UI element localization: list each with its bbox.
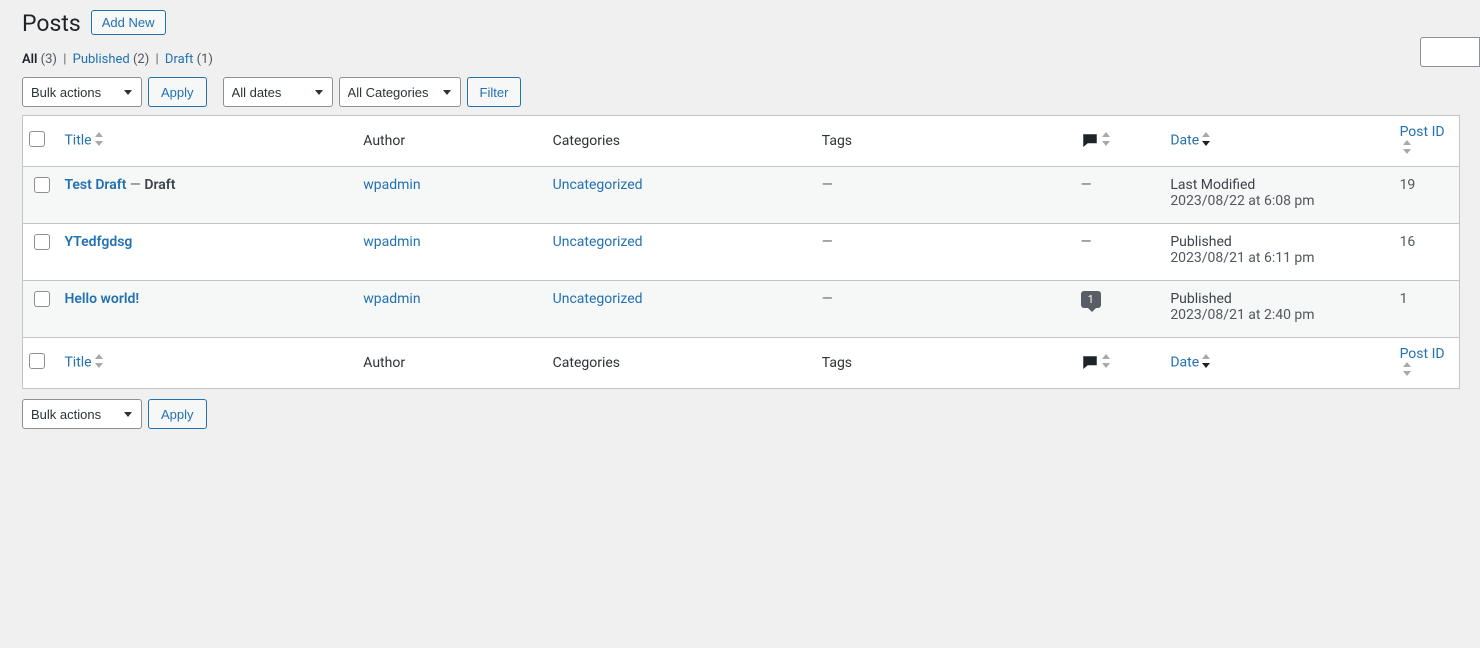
apply-button-bottom[interactable]: Apply bbox=[148, 399, 207, 429]
date-value: 2023/08/21 at 2:40 pm bbox=[1170, 307, 1379, 323]
column-postid-label: Post ID bbox=[1400, 124, 1445, 140]
filter-published-label: Published bbox=[73, 52, 130, 67]
search-input[interactable] bbox=[1420, 37, 1480, 67]
category-link[interactable]: Uncategorized bbox=[553, 234, 643, 250]
table-row: Test Draft — Draft wpadmin Uncategorized — —… bbox=[23, 167, 1460, 224]
bulk-actions-select-bottom[interactable]: Bulk actions bbox=[22, 399, 142, 429]
page-title: Posts bbox=[22, 10, 81, 37]
tags-value: — bbox=[822, 291, 833, 307]
filter-button[interactable]: Filter bbox=[467, 77, 522, 107]
column-author-footer: Author bbox=[353, 338, 542, 389]
column-postid[interactable]: Post ID bbox=[1390, 116, 1460, 167]
post-title-link[interactable]: Test Draft bbox=[64, 177, 126, 193]
bulk-actions-select[interactable]: Bulk actions bbox=[22, 77, 142, 107]
date-value: 2023/08/22 at 6:08 pm bbox=[1170, 193, 1379, 209]
column-postid-label: Post ID bbox=[1400, 346, 1445, 362]
date-status: Published bbox=[1170, 234, 1379, 250]
column-comments-footer[interactable] bbox=[1071, 338, 1161, 389]
column-title[interactable]: Title bbox=[54, 116, 353, 167]
post-title-link[interactable]: Hello world! bbox=[64, 291, 139, 307]
category-link[interactable]: Uncategorized bbox=[553, 177, 643, 193]
date-value: 2023/08/21 at 6:11 pm bbox=[1170, 250, 1379, 266]
post-id-value: 1 bbox=[1390, 281, 1460, 338]
table-row: YTedfgdsg wpadmin Uncategorized — — Published… bbox=[23, 224, 1460, 281]
comments-value: — bbox=[1081, 177, 1092, 193]
post-state-separator: — bbox=[126, 177, 144, 193]
separator: | bbox=[63, 52, 66, 67]
sort-icon bbox=[1201, 354, 1211, 372]
column-title-label: Title bbox=[64, 133, 91, 149]
date-filter-select[interactable]: All dates bbox=[223, 77, 333, 107]
table-row: Hello world! wpadmin Uncategorized — 1 Publis… bbox=[23, 281, 1460, 338]
row-checkbox[interactable] bbox=[34, 177, 50, 193]
post-title-link[interactable]: YTedfgdsg bbox=[64, 234, 132, 250]
author-link[interactable]: wpadmin bbox=[363, 291, 420, 307]
filter-all-count: (3) bbox=[41, 52, 57, 67]
sort-icon bbox=[1402, 362, 1412, 380]
filter-draft-count: (1) bbox=[197, 52, 213, 67]
sort-icon bbox=[94, 354, 104, 372]
column-comments[interactable] bbox=[1071, 116, 1161, 167]
column-date-label: Date bbox=[1170, 355, 1199, 371]
category-filter-select[interactable]: All Categories bbox=[339, 77, 461, 107]
filter-all-link[interactable]: All (3) bbox=[22, 52, 57, 67]
category-link[interactable]: Uncategorized bbox=[553, 291, 643, 307]
column-categories: Categories bbox=[543, 116, 812, 167]
status-filter-links: All (3) | Published (2) | Draft (1) bbox=[22, 52, 1460, 67]
filter-draft-link[interactable]: Draft (1) bbox=[165, 52, 213, 67]
column-author: Author bbox=[353, 116, 542, 167]
apply-button[interactable]: Apply bbox=[148, 77, 207, 107]
separator: | bbox=[155, 52, 158, 67]
column-tags-footer: Tags bbox=[812, 338, 1071, 389]
filter-draft-label: Draft bbox=[165, 52, 194, 67]
select-all-checkbox-bottom[interactable] bbox=[29, 353, 45, 369]
comments-count-bubble[interactable]: 1 bbox=[1081, 291, 1101, 308]
sort-icon bbox=[1101, 132, 1111, 150]
filter-published-link[interactable]: Published (2) bbox=[73, 52, 150, 67]
tags-value: — bbox=[822, 177, 833, 193]
sort-icon bbox=[1201, 132, 1211, 150]
comment-icon bbox=[1081, 133, 1099, 149]
sort-icon bbox=[1402, 140, 1412, 158]
sort-icon bbox=[1101, 354, 1111, 372]
tags-value: — bbox=[822, 234, 833, 250]
column-tags: Tags bbox=[812, 116, 1071, 167]
column-date[interactable]: Date bbox=[1160, 116, 1389, 167]
column-postid-footer[interactable]: Post ID bbox=[1390, 338, 1460, 389]
post-state: Draft bbox=[144, 177, 175, 193]
post-id-value: 16 bbox=[1390, 224, 1460, 281]
date-status: Last Modified bbox=[1170, 177, 1379, 193]
comment-icon bbox=[1081, 355, 1099, 371]
column-title-footer[interactable]: Title bbox=[54, 338, 353, 389]
author-link[interactable]: wpadmin bbox=[363, 177, 420, 193]
comments-value: — bbox=[1081, 234, 1092, 250]
row-checkbox[interactable] bbox=[34, 234, 50, 250]
filter-published-count: (2) bbox=[133, 52, 149, 67]
column-date-label: Date bbox=[1170, 133, 1199, 149]
filter-all-label: All bbox=[22, 52, 37, 67]
sort-icon bbox=[94, 132, 104, 150]
author-link[interactable]: wpadmin bbox=[363, 234, 420, 250]
column-categories-footer: Categories bbox=[543, 338, 812, 389]
post-id-value: 19 bbox=[1390, 167, 1460, 224]
column-title-label: Title bbox=[64, 355, 91, 371]
add-new-button[interactable]: Add New bbox=[91, 10, 166, 35]
select-all-checkbox[interactable] bbox=[29, 131, 45, 147]
date-status: Published bbox=[1170, 291, 1379, 307]
column-date-footer[interactable]: Date bbox=[1160, 338, 1389, 389]
row-checkbox[interactable] bbox=[34, 291, 50, 307]
